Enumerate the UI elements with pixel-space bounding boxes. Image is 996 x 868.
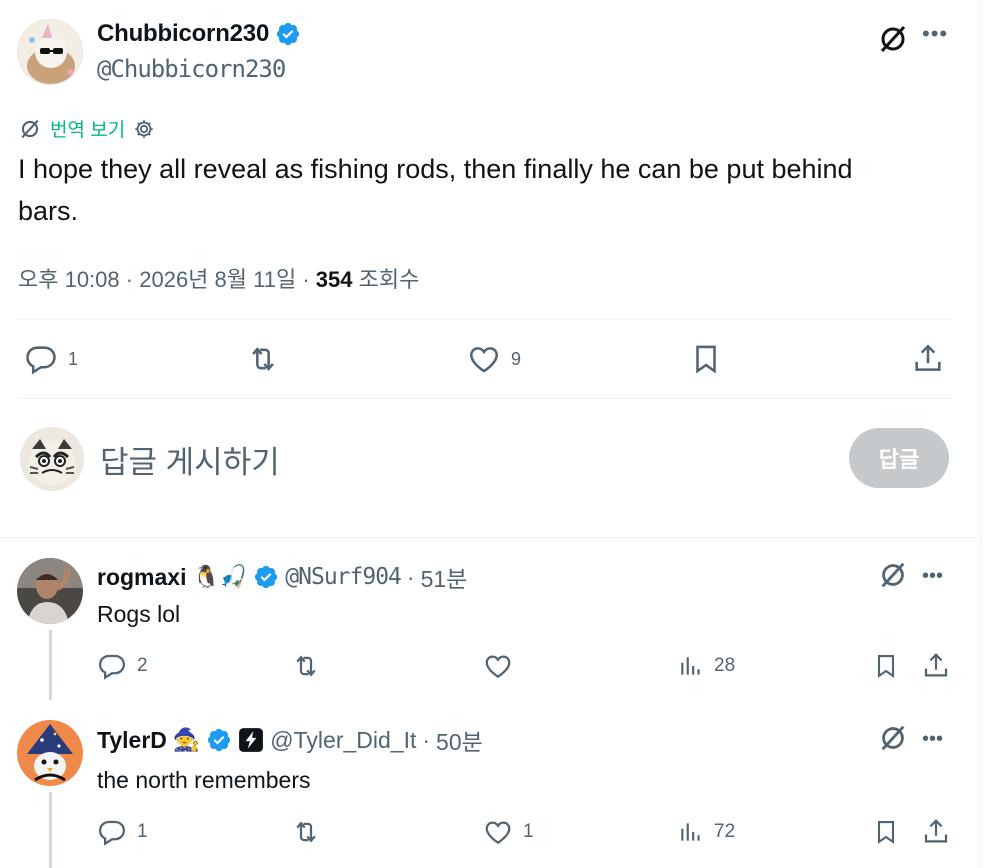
bookmark-button[interactable] xyxy=(872,651,900,681)
retweet-button[interactable] xyxy=(290,651,322,681)
tweet-time[interactable]: 오후 10:08 xyxy=(18,267,120,292)
reply-icon xyxy=(97,651,127,681)
like-icon xyxy=(467,342,501,376)
grok-icon[interactable] xyxy=(876,22,910,56)
reply-text: the north remembers xyxy=(97,767,311,793)
views-button[interactable]: 72 xyxy=(678,817,735,847)
translate-link[interactable]: 번역 보기 xyxy=(18,115,155,142)
share-button[interactable] xyxy=(921,651,951,681)
retweet-button[interactable] xyxy=(290,817,322,847)
automated-icon xyxy=(238,727,264,753)
divider xyxy=(0,537,980,538)
divider xyxy=(18,398,952,399)
retweet-button[interactable] xyxy=(245,342,281,376)
like-icon xyxy=(483,817,513,847)
tweet-meta: 오후 10:08 · 2026년 8월 11일 · 354 조회수 xyxy=(18,267,420,292)
gear-icon[interactable] xyxy=(133,118,155,140)
reply-author-handle[interactable]: @NSurf904 xyxy=(285,564,402,590)
reply-count: 1 xyxy=(68,348,79,369)
name-emojis: 🐧🎣 xyxy=(192,564,248,589)
views-icon xyxy=(678,651,704,681)
author-handle[interactable]: @Chubbicorn230 xyxy=(97,55,286,83)
reply-author-name[interactable]: TylerD xyxy=(97,727,167,754)
thread-line xyxy=(49,630,52,700)
more-icon[interactable]: ••• xyxy=(922,23,948,45)
views-count: 72 xyxy=(714,821,736,842)
like-button[interactable] xyxy=(483,651,513,681)
reply-avatar[interactable] xyxy=(17,720,83,786)
reply-icon xyxy=(97,817,127,847)
bookmark-icon xyxy=(689,342,723,376)
reply-icon xyxy=(24,342,58,376)
verified-badge-icon xyxy=(206,727,232,753)
share-icon xyxy=(921,817,951,847)
like-button[interactable]: 1 xyxy=(483,817,534,847)
author-avatar[interactable] xyxy=(17,19,83,85)
share-button[interactable] xyxy=(911,342,945,376)
translate-label[interactable]: 번역 보기 xyxy=(50,115,125,142)
verified-badge-icon xyxy=(275,21,301,47)
author-name[interactable]: Chubbicorn230 xyxy=(97,20,269,48)
view-count: 354 xyxy=(315,267,353,292)
retweet-icon xyxy=(290,817,322,847)
bookmark-button[interactable] xyxy=(872,817,900,847)
like-icon xyxy=(483,651,513,681)
bookmark-icon xyxy=(872,817,900,847)
more-icon[interactable]: ••• xyxy=(922,565,943,588)
reply-count: 2 xyxy=(137,655,148,676)
reply-author-handle[interactable]: @Tyler_Did_It xyxy=(270,727,416,754)
views-icon xyxy=(678,817,704,847)
reply-avatar[interactable] xyxy=(17,558,83,624)
column-border xyxy=(980,0,981,868)
reply-submit-button[interactable]: 답글 xyxy=(849,428,949,488)
reply-button[interactable]: 1 xyxy=(24,342,78,376)
reply-time[interactable]: 51분 xyxy=(421,560,468,594)
my-avatar[interactable] xyxy=(20,427,84,491)
verified-badge-icon xyxy=(253,564,279,590)
share-icon xyxy=(911,342,945,376)
like-button[interactable]: 9 xyxy=(467,342,521,376)
reply-button[interactable]: 2 xyxy=(97,651,148,681)
reply-button[interactable]: 1 xyxy=(97,817,148,847)
like-count: 1 xyxy=(523,821,534,842)
divider xyxy=(18,319,952,320)
retweet-icon xyxy=(290,651,322,681)
tweet-text: I hope they all reveal as fishing rods, … xyxy=(18,154,853,226)
bookmark-icon xyxy=(872,651,900,681)
reply-input[interactable]: 답글 게시하기 xyxy=(100,437,280,482)
name-emojis: 🧙 xyxy=(172,727,201,752)
tweet-date[interactable]: 2026년 8월 11일 xyxy=(139,267,296,292)
share-button[interactable] xyxy=(921,817,951,847)
grok-icon[interactable] xyxy=(877,722,909,754)
grok-icon[interactable] xyxy=(877,559,909,591)
reply-time[interactable]: 50분 xyxy=(436,723,483,757)
share-icon xyxy=(921,651,951,681)
grok-icon xyxy=(18,117,42,141)
reply-text: Rogs lol xyxy=(97,601,181,627)
retweet-icon xyxy=(245,342,281,376)
thread-line xyxy=(49,792,52,868)
bookmark-button[interactable] xyxy=(689,342,723,376)
reply-author-name[interactable]: rogmaxi xyxy=(97,564,186,591)
more-icon[interactable]: ••• xyxy=(922,728,943,751)
views-button[interactable]: 28 xyxy=(678,651,735,681)
views-count: 28 xyxy=(714,655,736,676)
like-count: 9 xyxy=(511,348,522,369)
reply-count: 1 xyxy=(137,821,148,842)
view-label: 조회수 xyxy=(358,267,420,292)
